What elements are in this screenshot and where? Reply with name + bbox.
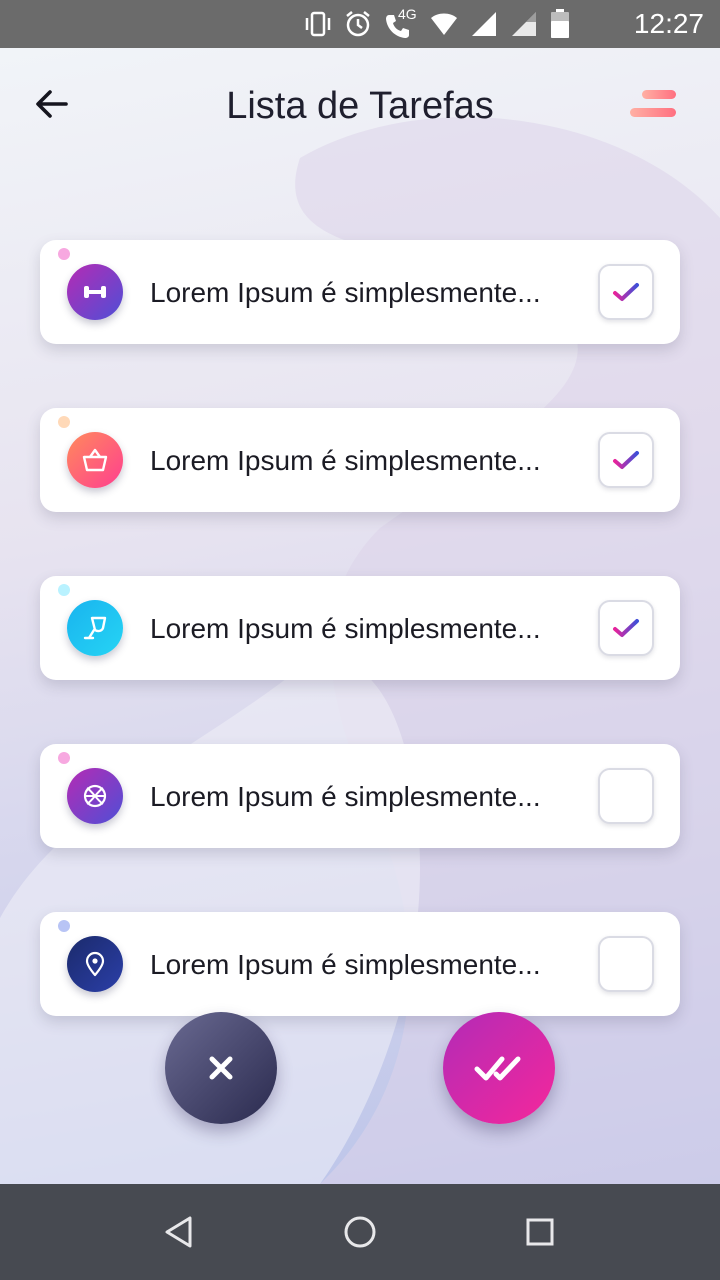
- close-icon: [209, 1056, 233, 1080]
- task-dot: [58, 584, 70, 596]
- basketball-icon: [67, 768, 123, 824]
- task-checkbox[interactable]: [598, 936, 654, 992]
- checkmark-icon: [613, 619, 639, 637]
- nav-recents-icon[interactable]: [520, 1212, 560, 1252]
- location-pin-icon: [67, 936, 123, 992]
- checkmark-icon: [613, 283, 639, 301]
- wine-glass-icon: [67, 600, 123, 656]
- status-time: 12:27: [633, 8, 704, 39]
- checkmark-icon: [613, 451, 639, 469]
- navigation-bar: [0, 1184, 720, 1280]
- task-item[interactable]: Lorem Ipsum é simplesmente...: [40, 240, 680, 344]
- task-dot: [58, 920, 70, 932]
- network-label: 4G: [398, 6, 417, 22]
- task-checkbox[interactable]: [598, 768, 654, 824]
- task-label: Lorem Ipsum é simplesmente...: [150, 445, 541, 476]
- double-check-icon: [474, 1056, 521, 1081]
- header: Lista de Tarefas: [0, 48, 720, 164]
- task-item[interactable]: Lorem Ipsum é simplesmente...: [40, 912, 680, 1016]
- dumbbell-icon: [67, 264, 123, 320]
- basket-icon: [67, 432, 123, 488]
- wifi-icon: [431, 13, 457, 35]
- task-item[interactable]: Lorem Ipsum é simplesmente...: [40, 408, 680, 512]
- task-item[interactable]: Lorem Ipsum é simplesmente...: [40, 744, 680, 848]
- confirm-button[interactable]: [443, 1012, 555, 1124]
- task-dot: [58, 752, 70, 764]
- nav-back-icon[interactable]: [160, 1212, 200, 1252]
- alarm-icon: [346, 11, 370, 37]
- task-label: Lorem Ipsum é simplesmente...: [150, 949, 541, 980]
- cancel-button[interactable]: [165, 1012, 277, 1124]
- status-bar: 4G 12:27: [0, 0, 720, 48]
- battery-icon: [551, 9, 569, 38]
- volte-call-icon: 4G: [384, 6, 418, 38]
- task-item[interactable]: Lorem Ipsum é simplesmente...: [40, 576, 680, 680]
- status-icons: 4G: [304, 6, 570, 40]
- task-dot: [58, 416, 70, 428]
- page-title: Lista de Tarefas: [226, 85, 494, 127]
- task-dot: [58, 248, 70, 260]
- menu-icon[interactable]: [628, 86, 678, 122]
- task-label: Lorem Ipsum é simplesmente...: [150, 613, 541, 644]
- task-checkbox[interactable]: [598, 432, 654, 488]
- task-label: Lorem Ipsum é simplesmente...: [150, 277, 541, 308]
- signal-icon: [472, 12, 496, 36]
- task-checkbox[interactable]: [598, 600, 654, 656]
- task-label: Lorem Ipsum é simplesmente...: [150, 781, 541, 812]
- task-checkbox[interactable]: [598, 264, 654, 320]
- vibrate-icon: [305, 11, 331, 37]
- nav-home-icon[interactable]: [340, 1212, 380, 1252]
- signal-icon: [512, 12, 536, 36]
